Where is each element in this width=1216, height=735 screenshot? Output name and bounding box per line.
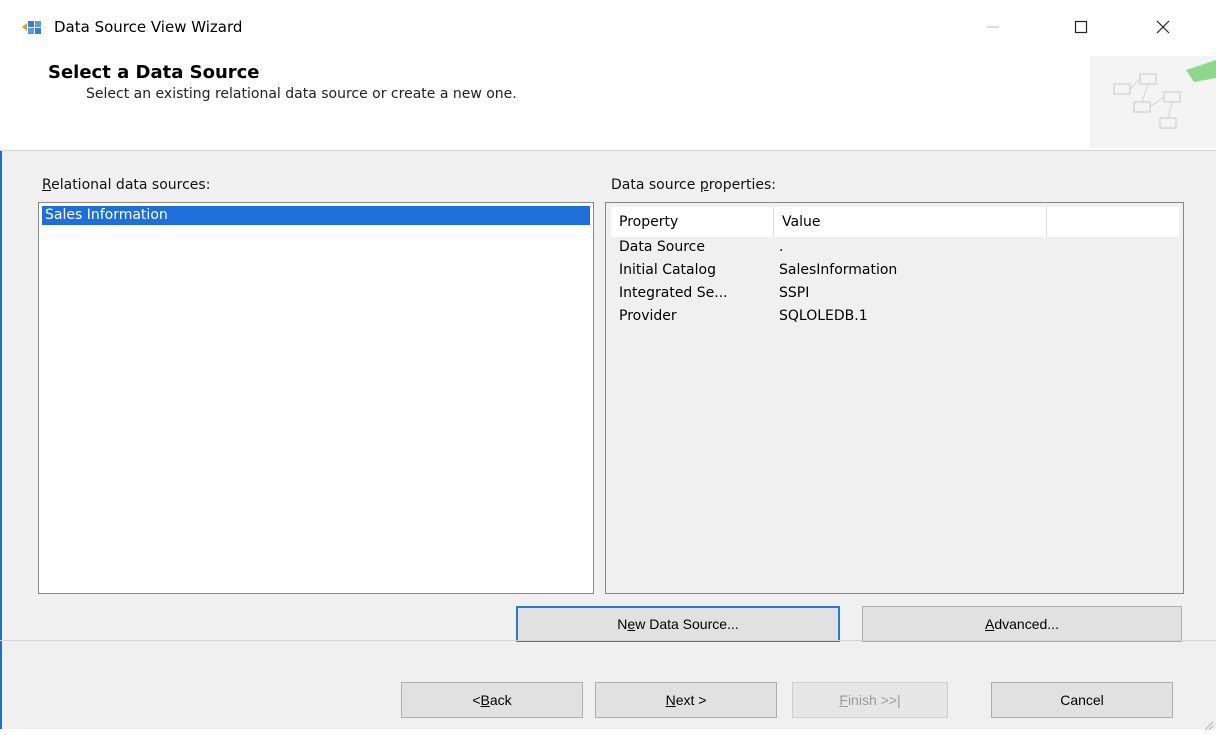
maximize-button[interactable] <box>1052 0 1110 56</box>
table-row[interactable]: Provider SQLOLEDB.1 <box>619 305 1179 328</box>
column-header-property[interactable]: Property <box>611 207 774 237</box>
property-value: SalesInformation <box>779 262 898 278</box>
minimize-icon <box>986 19 1000 38</box>
next-button[interactable]: Next > <box>595 682 777 718</box>
table-row[interactable]: Data Source . <box>619 236 1179 259</box>
wizard-window: Data Source View Wizard Select a Data So… <box>0 0 1216 731</box>
data-source-properties-grid[interactable]: Property Value Data Source . Initial Cat… <box>605 202 1184 594</box>
footer-divider <box>0 640 1216 641</box>
advanced-button[interactable]: Advanced... <box>862 606 1182 642</box>
minimize-button[interactable] <box>964 0 1022 56</box>
finish-button[interactable]: Finish >>| <box>792 682 948 718</box>
wizard-header: Select a Data Source Select an existing … <box>0 56 1216 151</box>
relational-data-sources-label: Relational data sources: <box>42 177 211 193</box>
close-button[interactable] <box>1134 0 1192 56</box>
property-value: SQLOLEDB.1 <box>779 308 868 324</box>
relational-data-sources-list[interactable]: Sales Information <box>38 202 594 594</box>
table-row[interactable]: Initial Catalog SalesInformation <box>619 259 1179 282</box>
wizard-banner-icon <box>1090 56 1216 148</box>
maximize-icon <box>1074 19 1088 38</box>
list-item-sales-information[interactable]: Sales Information <box>42 206 590 225</box>
property-name: Initial Catalog <box>619 262 716 278</box>
data-source-properties-label: Data source properties: <box>611 177 776 193</box>
close-icon <box>1156 19 1170 38</box>
property-name: Integrated Se... <box>619 285 728 301</box>
resize-grip-icon[interactable] <box>1202 716 1214 735</box>
back-button[interactable]: < Back <box>401 682 583 718</box>
column-header-blank <box>1047 207 1179 237</box>
page-title: Select a Data Source <box>48 62 260 83</box>
cube-app-icon <box>22 19 44 37</box>
table-row[interactable]: Integrated Se... SSPI <box>619 282 1179 305</box>
page-subtitle: Select an existing relational data sourc… <box>86 86 517 102</box>
new-data-source-button[interactable]: New Data Source... <box>516 606 840 642</box>
property-name: Data Source <box>619 239 705 255</box>
property-name: Provider <box>619 308 677 324</box>
property-value: SSPI <box>779 285 810 301</box>
properties-header-row: Property Value <box>611 207 1179 237</box>
window-title: Data Source View Wizard <box>54 18 243 36</box>
column-header-value[interactable]: Value <box>774 207 1047 237</box>
property-value: . <box>779 239 784 255</box>
title-bar[interactable]: Data Source View Wizard <box>0 0 1216 56</box>
cancel-button[interactable]: Cancel <box>991 682 1173 718</box>
